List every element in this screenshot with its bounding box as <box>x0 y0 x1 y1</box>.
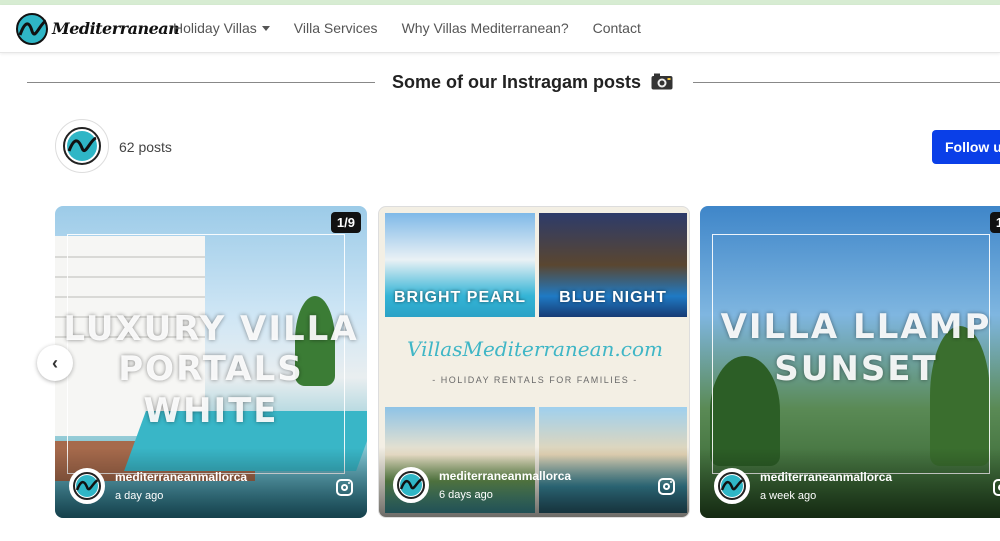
menu-item-villa-services[interactable]: Villa Services <box>294 20 378 36</box>
post-time: 6 days ago <box>439 489 493 501</box>
chevron-left-icon: ‹ <box>52 352 58 373</box>
menu-item-why-villas[interactable]: Why Villas Mediterranean? <box>402 20 569 36</box>
avatar[interactable] <box>714 468 750 504</box>
logo-text: Mediterranean <box>52 19 180 38</box>
collage-tile: BLUE NIGHT <box>539 213 687 317</box>
account-name[interactable]: mediterraneanmallorca <box>115 470 247 484</box>
account-name[interactable]: mediterraneanmallorca <box>760 470 892 484</box>
posts-count: 62 posts <box>119 139 172 155</box>
divider-right <box>693 82 1000 83</box>
account-name[interactable]: mediterraneanmallorca <box>439 469 571 483</box>
instagram-post-card[interactable]: BRIGHT PEARL BLUE NIGHT VillasMediterran… <box>378 206 690 518</box>
tile-label: BRIGHT PEARL <box>394 289 526 306</box>
section-title: Some of our Instragam posts <box>392 72 642 92</box>
menu-item-label: Holiday Villas <box>173 20 257 36</box>
instagram-icon[interactable] <box>336 479 353 496</box>
instagram-icon[interactable] <box>993 479 1000 496</box>
collage-tile: BRIGHT PEARL <box>385 213 535 317</box>
camera-icon <box>651 73 673 90</box>
menu-item-label: Villa Services <box>293 20 378 36</box>
brand-subtitle: - HOLIDAY RENTALS FOR FAMILIES - <box>432 375 638 385</box>
post-time: a week ago <box>760 490 817 502</box>
post-title-line2: PORTALS WHITE <box>118 349 304 431</box>
logo-wave-icon <box>720 475 744 497</box>
instagram-icon[interactable] <box>658 478 675 495</box>
main-menu: Holiday Villas Villa Services Why Villas… <box>173 20 665 36</box>
logo-wave-icon <box>75 475 99 497</box>
avatar[interactable] <box>69 468 105 504</box>
profile-avatar[interactable] <box>55 119 109 173</box>
menu-item-contact[interactable]: Contact <box>593 20 641 36</box>
section-heading: Some of our Instragam posts <box>0 70 1000 94</box>
logo[interactable]: Mediterranean <box>14 11 180 47</box>
logo-wave-icon <box>67 131 97 161</box>
post-time: a day ago <box>115 490 164 502</box>
follow-button[interactable]: Follow us <box>932 130 1000 164</box>
post-title-line1: LUXURY VILLA <box>63 309 359 349</box>
menu-item-label: Contact <box>592 20 641 36</box>
chevron-down-icon <box>261 25 270 31</box>
tile-label: BLUE NIGHT <box>559 289 667 306</box>
avatar[interactable] <box>393 467 429 503</box>
menu-item-holiday-villas[interactable]: Holiday Villas <box>173 20 270 36</box>
post-title-line2: SUNSET <box>774 349 938 389</box>
carousel-prev-button[interactable]: ‹ <box>37 345 73 381</box>
brand-text: VillasMediterranean.com <box>407 337 663 361</box>
menu-item-label: Why Villas Mediterranean? <box>401 20 569 36</box>
logo-wave-icon <box>399 474 423 496</box>
slide-counter-badge: 1/9 <box>330 212 361 233</box>
post-title-line1: VILLA LLAMP <box>720 307 992 347</box>
divider-left <box>27 82 375 83</box>
logo-wave-icon <box>16 13 48 45</box>
slide-counter-badge: 1/8 <box>989 212 1000 233</box>
instagram-post-card[interactable]: VILLA LLAMP SUNSET 1/8 mediterraneanmall… <box>700 206 1000 518</box>
instagram-post-card[interactable]: LUXURY VILLA PORTALS WHITE 1/9 mediterra… <box>55 206 367 518</box>
navbar: Mediterranean Holiday Villas Villa Servi… <box>0 5 1000 53</box>
